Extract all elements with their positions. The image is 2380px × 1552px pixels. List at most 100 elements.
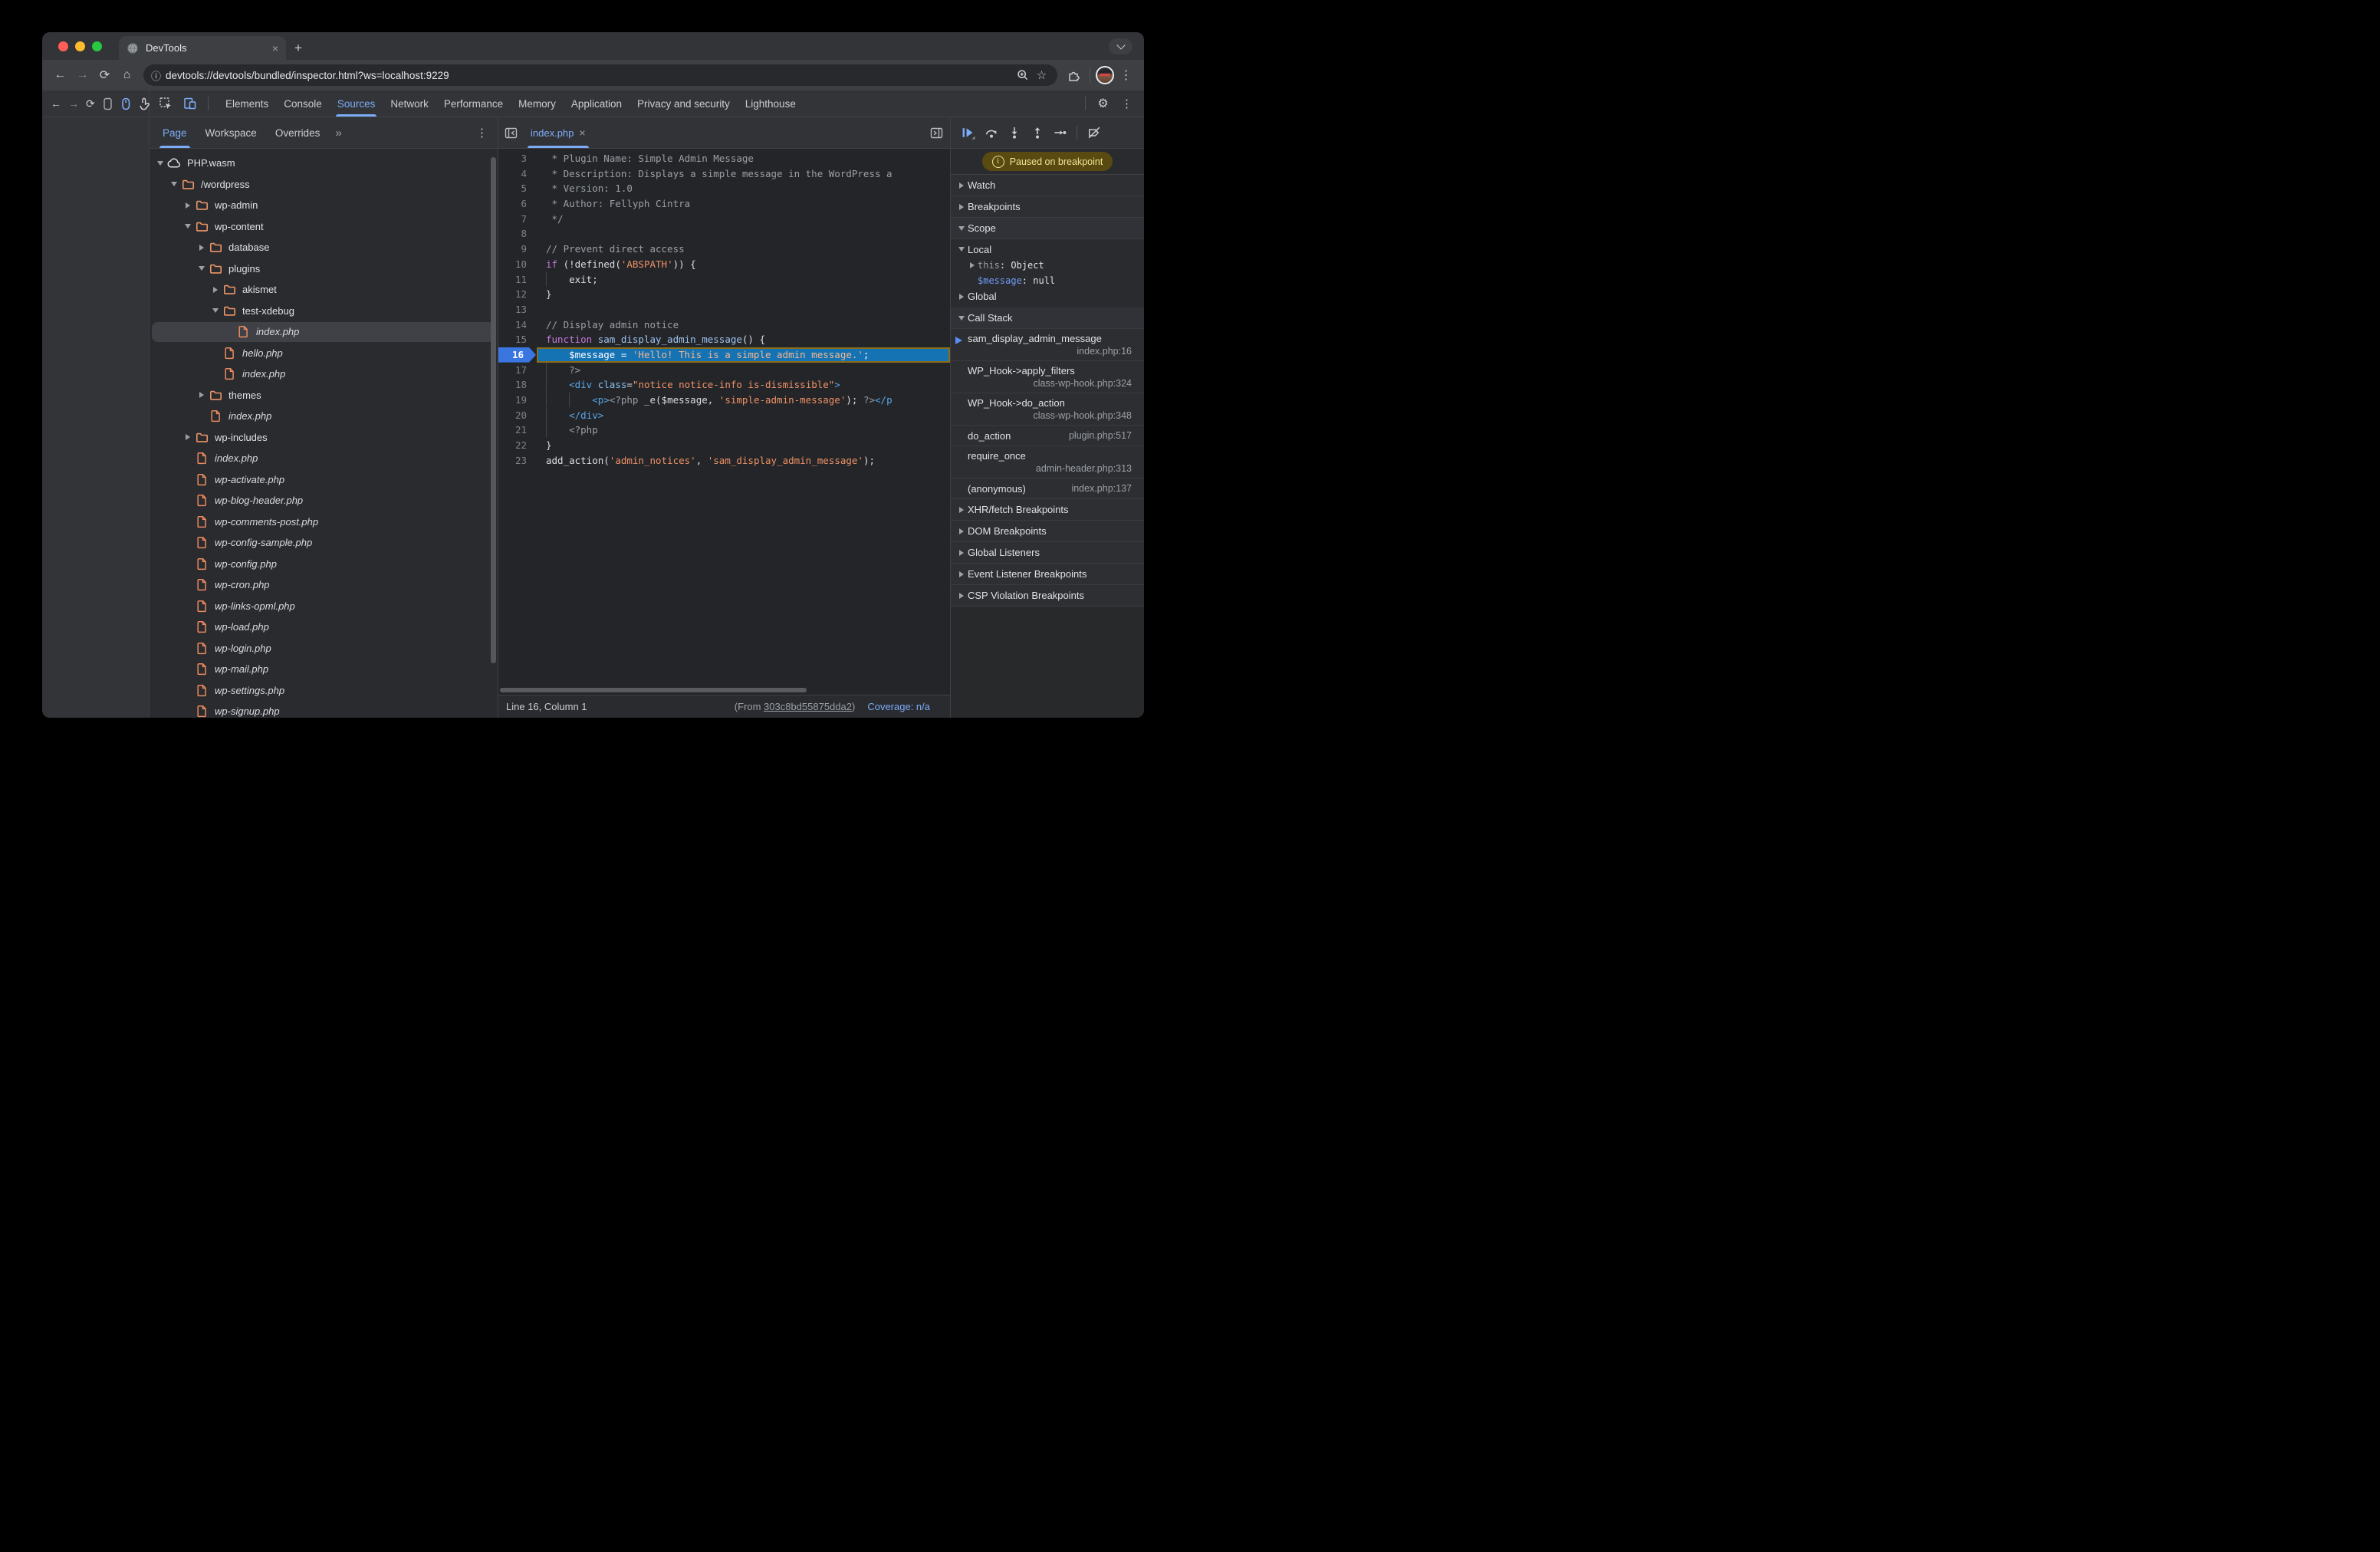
home-icon[interactable]: ⌂ — [117, 65, 137, 86]
tree-item-hello.php[interactable]: hello.php — [150, 343, 498, 364]
tree-item-wp-activate.php[interactable]: wp-activate.php — [150, 469, 498, 491]
code-line[interactable]: 19 <p><?php _e($message, 'simple-admin-m… — [498, 393, 950, 408]
line-number[interactable]: 14 — [498, 317, 537, 333]
line-number[interactable]: 20 — [498, 408, 537, 423]
tab-performance[interactable]: Performance — [436, 90, 511, 117]
profile-avatar[interactable] — [1096, 66, 1114, 84]
line-number[interactable]: 10 — [498, 257, 537, 272]
call-stack-frame[interactable]: do_actionplugin.php:517 — [951, 426, 1144, 446]
coverage-link[interactable]: Coverage: n/a — [867, 701, 930, 712]
tree-item-wp-admin[interactable]: wp-admin — [150, 195, 498, 216]
tab-elements[interactable]: Elements — [218, 90, 276, 117]
code-line[interactable]: 21 <?php — [498, 423, 950, 438]
line-number[interactable]: 13 — [498, 302, 537, 317]
tab-workspace[interactable]: Workspace — [196, 117, 266, 148]
expand-arrow-icon[interactable] — [209, 279, 221, 301]
tree-item-plugins[interactable]: plugins — [150, 258, 498, 280]
section-watch[interactable]: Watch — [951, 175, 1144, 196]
code-line[interactable]: 13 — [498, 302, 950, 317]
deactivate-breakpoints-button[interactable] — [1083, 123, 1104, 143]
section-event-listener-breakpoints[interactable]: Event Listener Breakpoints — [951, 564, 1144, 585]
tree-item-wp-cron.php[interactable]: wp-cron.php — [150, 574, 498, 596]
tab-application[interactable]: Application — [564, 90, 630, 117]
close-window-button[interactable] — [58, 41, 68, 51]
tree-item-wp-blog-header.php[interactable]: wp-blog-header.php — [150, 490, 498, 511]
call-stack-frame[interactable]: require_onceadmin-header.php:313 — [951, 446, 1144, 478]
line-number[interactable]: 19 — [498, 393, 537, 408]
devtools-menu-icon[interactable]: ⋮ — [1116, 94, 1137, 114]
line-number[interactable]: 11 — [498, 272, 537, 288]
collapse-arrow-icon[interactable] — [196, 258, 207, 280]
section-breakpoints[interactable]: Breakpoints — [951, 196, 1144, 218]
tab-sources[interactable]: Sources — [330, 90, 383, 117]
line-number[interactable]: 8 — [498, 226, 537, 242]
code-line[interactable]: 14// Display admin notice — [498, 317, 950, 333]
scope-group-local[interactable]: Local — [951, 242, 1144, 258]
section-global-listeners[interactable]: Global Listeners — [951, 542, 1144, 564]
tree-item-wp-load.php[interactable]: wp-load.php — [150, 617, 498, 638]
scope-group-global[interactable]: Global — [951, 289, 1144, 305]
navigator-menu-icon[interactable]: ⋮ — [476, 117, 498, 148]
tab-memory[interactable]: Memory — [511, 90, 564, 117]
tab-overrides[interactable]: Overrides — [266, 117, 330, 148]
more-tabs-icon[interactable]: » — [329, 117, 347, 148]
tab-console[interactable]: Console — [276, 90, 330, 117]
line-number[interactable]: 18 — [498, 377, 537, 393]
code-line[interactable]: 11 exit; — [498, 272, 950, 288]
tree-item-index.php[interactable]: index.php — [150, 406, 498, 427]
editor-horizontal-scrollbar[interactable] — [500, 688, 807, 692]
minimize-window-button[interactable] — [75, 41, 85, 51]
call-stack-frame[interactable]: WP_Hook->do_actionclass-wp-hook.php:348 — [951, 393, 1144, 426]
expand-arrow-icon[interactable] — [196, 385, 207, 406]
code-line-paused[interactable]: 16 $message = 'Hello! This is a simple a… — [498, 347, 950, 363]
code-line[interactable]: 15function sam_display_admin_message() { — [498, 332, 950, 347]
tree-item-wp-settings.php[interactable]: wp-settings.php — [150, 680, 498, 702]
section-scope[interactable]: Scope — [951, 218, 1144, 239]
mouse-icon[interactable] — [120, 97, 131, 110]
code-line[interactable]: 20 </div> — [498, 408, 950, 423]
code-line[interactable]: 18 <div class="notice notice-info is-dis… — [498, 377, 950, 393]
step-out-button[interactable] — [1027, 123, 1047, 143]
code-line[interactable]: 8 — [498, 226, 950, 242]
tree-item-wp-content[interactable]: wp-content — [150, 216, 498, 238]
hide-navigator-icon[interactable] — [498, 117, 523, 148]
tree-item-wp-mail.php[interactable]: wp-mail.php — [150, 659, 498, 680]
execution-line-marker[interactable]: 16 — [498, 347, 537, 363]
code-line[interactable]: 7 */ — [498, 212, 950, 227]
collapse-arrow-icon[interactable] — [168, 174, 179, 196]
tree-item-wp-includes[interactable]: wp-includes — [150, 427, 498, 449]
tree-item-wp-config.php[interactable]: wp-config.php — [150, 554, 498, 575]
tree-item-index.php[interactable]: index.php — [150, 448, 498, 469]
device-toolbar-icon[interactable] — [179, 94, 200, 114]
maximize-window-button[interactable] — [92, 41, 102, 51]
settings-gear-icon[interactable]: ⚙ — [1093, 94, 1113, 114]
line-number[interactable]: 23 — [498, 453, 537, 469]
tree-item-themes[interactable]: themes — [150, 385, 498, 406]
screencast-reload-icon[interactable]: ⟳ — [86, 98, 95, 109]
tab-privacy-security[interactable]: Privacy and security — [630, 90, 738, 117]
tree-item-PHP.wasm[interactable]: PHP.wasm — [150, 153, 498, 174]
touch-icon[interactable] — [138, 97, 150, 110]
tree-item-/wordpress[interactable]: /wordpress — [150, 174, 498, 196]
step-button[interactable] — [1050, 123, 1070, 143]
expand-arrow-icon[interactable] — [182, 195, 193, 216]
screencast-forward-icon[interactable]: → — [68, 98, 79, 109]
new-tab-button[interactable]: + — [286, 36, 311, 60]
scope-variable-message[interactable]: $message: null — [951, 273, 1144, 289]
line-number[interactable]: 7 — [498, 212, 537, 227]
code-line[interactable]: 23add_action('admin_notices', 'sam_displ… — [498, 453, 950, 469]
expand-arrow-icon[interactable] — [196, 237, 207, 258]
tree-scrollbar[interactable] — [491, 157, 496, 663]
url-text[interactable]: devtools://devtools/bundled/inspector.ht… — [166, 70, 1013, 81]
editor-tab-indexphp[interactable]: index.php × — [523, 117, 593, 148]
tree-item-wp-signup.php[interactable]: wp-signup.php — [150, 701, 498, 718]
tree-item-index.php[interactable]: index.php — [150, 321, 498, 343]
tab-search-button[interactable] — [1109, 38, 1132, 54]
bookmark-star-icon[interactable]: ☆ — [1032, 66, 1051, 85]
line-number[interactable]: 4 — [498, 166, 537, 182]
tab-page[interactable]: Page — [153, 117, 196, 148]
inspect-element-icon[interactable] — [155, 94, 176, 114]
reload-icon[interactable]: ⟳ — [94, 65, 115, 86]
code-line[interactable]: 5 * Version: 1.0 — [498, 181, 950, 196]
collapse-arrow-icon[interactable] — [182, 216, 193, 238]
